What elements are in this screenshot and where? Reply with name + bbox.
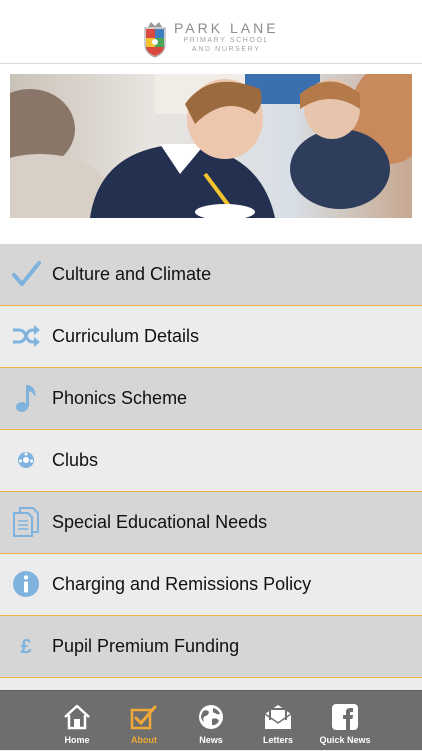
menu-item-label: Special Educational Needs [52,512,268,532]
music-note-icon [10,382,42,414]
tab-label: About [131,735,157,745]
about-menu: Culture and Climate Curriculum Details P… [0,244,422,678]
logo-subtitle-2: AND NURSERY [192,46,261,53]
bottom-tab-bar: Home About News Letters Quick News [0,690,422,750]
hero-image [10,74,412,218]
menu-item-label: Curriculum Details [52,326,200,346]
menu-item-label: Pupil Premium Funding [52,636,240,656]
home-icon [62,703,92,731]
menu-item-pupil-premium-funding[interactable]: £ Pupil Premium Funding [0,616,422,678]
checkbox-icon [129,703,159,731]
tab-news[interactable]: News [178,691,244,751]
tab-label: Letters [262,735,293,745]
tab-label: Home [64,735,90,745]
tab-quick-news[interactable]: Quick News [312,691,378,751]
logo-title: PARK LANE [174,20,279,36]
facebook-icon [330,703,360,731]
menu-item-label: Charging and Remissions Policy [52,574,312,594]
menu-item-label: Clubs [52,450,99,470]
menu-item-charging-and-remissions-policy[interactable]: Charging and Remissions Policy [0,554,422,616]
menu-item-clubs[interactable]: Clubs [0,430,422,492]
menu-item-special-educational-needs[interactable]: Special Educational Needs [0,492,422,554]
logo-subtitle: PRIMARY SCHOOL [183,37,270,44]
menu-item-culture-and-climate[interactable]: Culture and Climate [0,244,422,306]
tab-about[interactable]: About [111,691,177,751]
tab-label: Quick News [319,735,371,745]
menu-item-curriculum-details[interactable]: Curriculum Details [0,306,422,368]
globe-icon [196,703,226,731]
svg-text:£: £ [20,636,31,658]
football-icon [10,444,42,476]
checkmark-icon [10,258,42,290]
shuffle-icon [10,320,42,352]
menu-item-label: Culture and Climate [52,264,212,284]
hero-section [0,64,422,244]
info-icon [10,568,42,600]
crest-icon [144,22,166,58]
app-header: PARK LANE PRIMARY SCHOOL AND NURSERY [0,0,422,64]
tab-letters[interactable]: Letters [245,691,311,751]
menu-item-phonics-scheme[interactable]: Phonics Scheme [0,368,422,430]
mail-icon [263,703,293,731]
menu-item-label: Phonics Scheme [52,388,188,408]
tab-label: News [199,735,223,745]
pound-icon: £ [10,630,42,662]
documents-icon [10,506,42,538]
school-logo: PARK LANE PRIMARY SCHOOL AND NURSERY [142,20,279,60]
tab-home[interactable]: Home [44,691,110,751]
